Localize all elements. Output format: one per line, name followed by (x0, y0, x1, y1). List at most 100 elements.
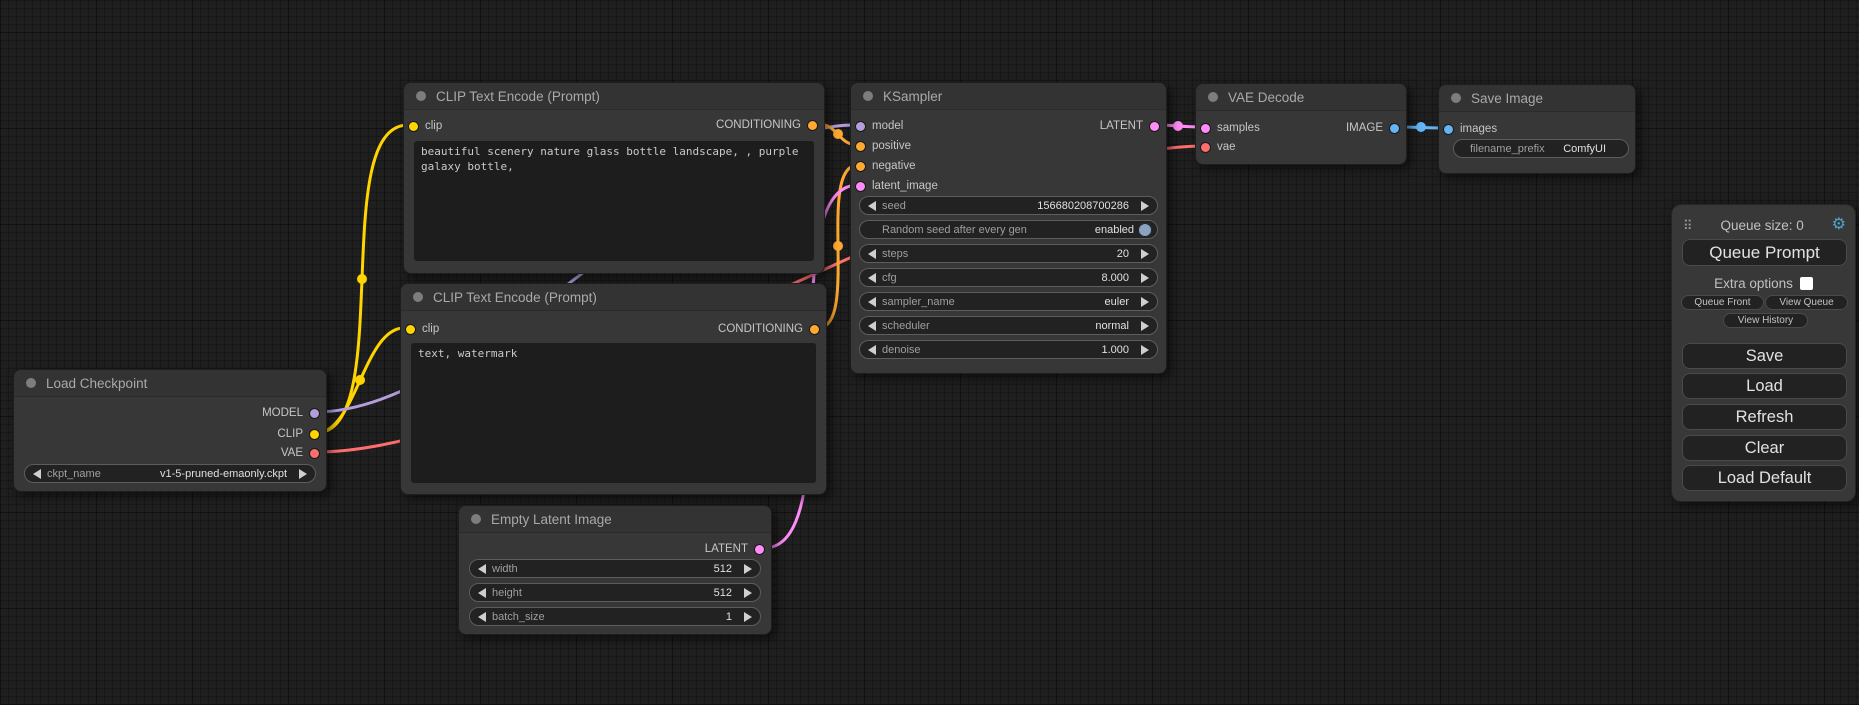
decrement-arrow-icon[interactable] (478, 588, 486, 598)
height-widget[interactable]: height 512 (469, 583, 761, 602)
conditioning-port-icon[interactable] (810, 325, 819, 334)
increment-arrow-icon[interactable] (299, 469, 307, 479)
increment-arrow-icon[interactable] (1141, 321, 1149, 331)
collapse-dot-icon[interactable] (1451, 93, 1461, 103)
model-port-icon[interactable] (310, 409, 319, 418)
conditioning-port-icon[interactable] (856, 162, 865, 171)
steps-widget[interactable]: steps 20 (859, 244, 1158, 263)
output-latent[interactable]: LATENT (705, 543, 764, 555)
drag-handle-icon[interactable]: ⠿ (1683, 219, 1693, 232)
decrement-arrow-icon[interactable] (33, 469, 41, 479)
increment-arrow-icon[interactable] (1141, 345, 1149, 355)
conditioning-port-icon[interactable] (808, 121, 817, 130)
node-vae-decode[interactable]: VAE Decode samples vae IMAGE (1195, 83, 1407, 165)
input-positive[interactable]: positive (856, 140, 911, 152)
image-port-icon[interactable] (1390, 124, 1399, 133)
node-title-bar[interactable]: VAE Decode (1196, 84, 1406, 111)
queue-front-button[interactable]: Queue Front (1681, 295, 1764, 310)
collapse-dot-icon[interactable] (416, 91, 426, 101)
vae-port-icon[interactable] (310, 449, 319, 458)
save-button[interactable]: Save (1682, 343, 1847, 369)
denoise-widget[interactable]: denoise 1.000 (859, 340, 1158, 359)
seed-widget[interactable]: seed 156680208700286 (859, 196, 1158, 215)
node-clip-text-encode-1[interactable]: CLIP Text Encode (Prompt) clip CONDITION… (403, 82, 825, 274)
input-clip[interactable]: clip (406, 323, 439, 335)
decrement-arrow-icon[interactable] (868, 201, 876, 211)
model-port-icon[interactable] (856, 122, 865, 131)
decrement-arrow-icon[interactable] (478, 564, 486, 574)
batch-size-widget[interactable]: batch_size 1 (469, 607, 761, 626)
refresh-button[interactable]: Refresh (1682, 404, 1847, 430)
ckpt-name-widget[interactable]: ckpt_name v1-5-pruned-emaonly.ckpt (24, 464, 316, 483)
input-images[interactable]: images (1444, 123, 1497, 135)
output-model[interactable]: MODEL (262, 407, 319, 419)
clip-port-icon[interactable] (310, 430, 319, 439)
node-title-bar[interactable]: CLIP Text Encode (Prompt) (401, 284, 826, 311)
negative-prompt-textarea[interactable]: text, watermark (411, 343, 816, 483)
input-model[interactable]: model (856, 120, 903, 132)
decrement-arrow-icon[interactable] (478, 612, 486, 622)
width-widget[interactable]: width 512 (469, 559, 761, 578)
increment-arrow-icon[interactable] (744, 564, 752, 574)
conditioning-port-icon[interactable] (856, 142, 865, 151)
queue-prompt-button[interactable]: Queue Prompt (1682, 239, 1847, 266)
decrement-arrow-icon[interactable] (868, 273, 876, 283)
collapse-dot-icon[interactable] (1208, 92, 1218, 102)
decrement-arrow-icon[interactable] (868, 249, 876, 259)
clip-port-icon[interactable] (409, 122, 418, 131)
input-negative[interactable]: negative (856, 160, 915, 172)
latent-port-icon[interactable] (1201, 124, 1210, 133)
node-title-bar[interactable]: Save Image (1439, 85, 1635, 112)
filename-prefix-widget[interactable]: filename_prefix ComfyUI (1453, 139, 1629, 158)
gear-icon[interactable]: ⚙ (1832, 217, 1846, 233)
increment-arrow-icon[interactable] (1141, 297, 1149, 307)
view-history-button[interactable]: View History (1723, 313, 1808, 328)
load-button[interactable]: Load (1682, 373, 1847, 399)
image-port-icon[interactable] (1444, 125, 1453, 134)
latent-port-icon[interactable] (755, 545, 764, 554)
input-samples[interactable]: samples (1201, 122, 1260, 134)
node-load-checkpoint[interactable]: Load Checkpoint MODEL CLIP VAE ckpt_name… (13, 369, 327, 492)
view-queue-button[interactable]: View Queue (1765, 295, 1848, 310)
load-default-button[interactable]: Load Default (1682, 465, 1847, 491)
increment-arrow-icon[interactable] (744, 588, 752, 598)
clear-button[interactable]: Clear (1682, 435, 1847, 461)
node-title-bar[interactable]: Load Checkpoint (14, 370, 326, 397)
output-conditioning[interactable]: CONDITIONING (718, 323, 819, 335)
toggle-icon[interactable] (1138, 223, 1152, 237)
node-empty-latent-image[interactable]: Empty Latent Image LATENT width 512 heig… (458, 505, 772, 635)
output-latent[interactable]: LATENT (1100, 120, 1159, 132)
collapse-dot-icon[interactable] (471, 514, 481, 524)
latent-port-icon[interactable] (856, 182, 865, 191)
collapse-dot-icon[interactable] (26, 378, 36, 388)
node-save-image[interactable]: Save Image images filename_prefix ComfyU… (1438, 84, 1636, 174)
vae-port-icon[interactable] (1201, 143, 1210, 152)
node-ksampler[interactable]: KSampler model positive negative latent_… (850, 82, 1167, 374)
increment-arrow-icon[interactable] (744, 612, 752, 622)
comfyui-canvas[interactable]: { "colors": { "model": "#B39DDB", "clip"… (0, 0, 1859, 705)
input-vae[interactable]: vae (1201, 141, 1236, 153)
cfg-widget[interactable]: cfg 8.000 (859, 268, 1158, 287)
output-clip[interactable]: CLIP (277, 428, 319, 440)
decrement-arrow-icon[interactable] (868, 321, 876, 331)
positive-prompt-textarea[interactable]: beautiful scenery nature glass bottle la… (414, 141, 814, 261)
latent-port-icon[interactable] (1150, 122, 1159, 131)
node-title-bar[interactable]: Empty Latent Image (459, 506, 771, 533)
node-title-bar[interactable]: KSampler (851, 83, 1166, 110)
decrement-arrow-icon[interactable] (868, 345, 876, 355)
increment-arrow-icon[interactable] (1141, 201, 1149, 211)
input-latent-image[interactable]: latent_image (856, 180, 938, 192)
extra-options-checkbox[interactable] (1800, 277, 1813, 290)
output-vae[interactable]: VAE (281, 447, 319, 459)
random-seed-widget[interactable]: Random seed after every gen enabled (859, 220, 1158, 239)
output-image[interactable]: IMAGE (1346, 122, 1399, 134)
scheduler-widget[interactable]: scheduler normal (859, 316, 1158, 335)
node-title-bar[interactable]: CLIP Text Encode (Prompt) (404, 83, 824, 110)
node-clip-text-encode-2[interactable]: CLIP Text Encode (Prompt) clip CONDITION… (400, 283, 827, 495)
sampler-name-widget[interactable]: sampler_name euler (859, 292, 1158, 311)
decrement-arrow-icon[interactable] (868, 297, 876, 307)
collapse-dot-icon[interactable] (413, 292, 423, 302)
output-conditioning[interactable]: CONDITIONING (716, 119, 817, 131)
increment-arrow-icon[interactable] (1141, 249, 1149, 259)
collapse-dot-icon[interactable] (863, 91, 873, 101)
